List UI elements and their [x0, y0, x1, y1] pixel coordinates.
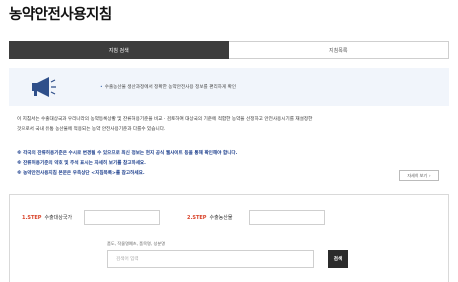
- note-line: ※ 농약안전사용지침 본문은 우측상단 <지침목록>를 참고하세요.: [17, 171, 145, 176]
- search-caption: 품도, 작물명예츠, 품목명, 성분명: [107, 241, 166, 246]
- description: 이 지침서는 수출대상국과 우리나라의 농약등록상황 및 잔류허용기준을 비교 …: [17, 115, 445, 135]
- export-country-select[interactable]: [84, 210, 160, 225]
- note-line: ※ 각국의 잔류허용기준은 수시로 변경될 수 있으므로 최신 정보는 현지 공…: [17, 151, 238, 156]
- notes: ※ 각국의 잔류허용기준은 수시로 변경될 수 있으므로 최신 정보는 현지 공…: [17, 149, 237, 179]
- step-number: 1.STEP: [22, 215, 42, 221]
- step-text: 수출농산물: [209, 215, 233, 221]
- tab-guideline-list[interactable]: 지침목록: [228, 41, 449, 59]
- description-line: 이 지침서는 수출대상국과 우리나라의 농약등록상황 및 잔류허용기준을 비교 …: [17, 117, 313, 122]
- notice-message: 수출농산물 생산과정에서 정확한 농약안전사용 정보를 편리하게 확인: [104, 85, 237, 90]
- description-line: 것으로서 국내 유통 농산물에 적용되는 농약 안전사용기준과 다를수 있습니다…: [17, 127, 166, 132]
- more-details-button[interactable]: 자세히 보기 ›: [399, 170, 439, 181]
- chevron-right-icon: ›: [429, 173, 431, 178]
- more-details-label: 자세히 보기: [407, 172, 428, 178]
- step-1-label: 1.STEP 수출대상국가: [22, 214, 72, 221]
- search-panel: 1.STEP 수출대상국가 2.STEP 수출농산물 품도, 작물명예츠, 품목명,…: [9, 194, 449, 282]
- step-2-label: 2.STEP 수출농산물: [187, 214, 233, 221]
- step-text: 수출대상국가: [44, 215, 73, 221]
- search-button[interactable]: 검색: [328, 250, 348, 268]
- notice-box: • 수출농산물 생산과정에서 정확한 농약안전사용 정보를 편리하게 확인: [9, 68, 449, 106]
- note-line: ※ 잔류허용기준의 약호 및 주석 표시는 자세히 보기를 참고하세요.: [17, 161, 146, 166]
- search-input[interactable]: 검색어 입력: [107, 250, 314, 268]
- tab-bar: 지침 검색 지침목록: [9, 41, 449, 59]
- bullet-dot-icon: •: [100, 85, 103, 90]
- step-number: 2.STEP: [187, 215, 207, 221]
- megaphone-icon: [32, 77, 56, 97]
- tab-guideline-search[interactable]: 지침 검색: [9, 41, 229, 59]
- page-title: 농약안전사용지침: [9, 7, 112, 23]
- notice-text: • 수출농산물 생산과정에서 정확한 농약안전사용 정보를 편리하게 확인: [100, 84, 236, 90]
- export-crop-select[interactable]: [249, 210, 325, 225]
